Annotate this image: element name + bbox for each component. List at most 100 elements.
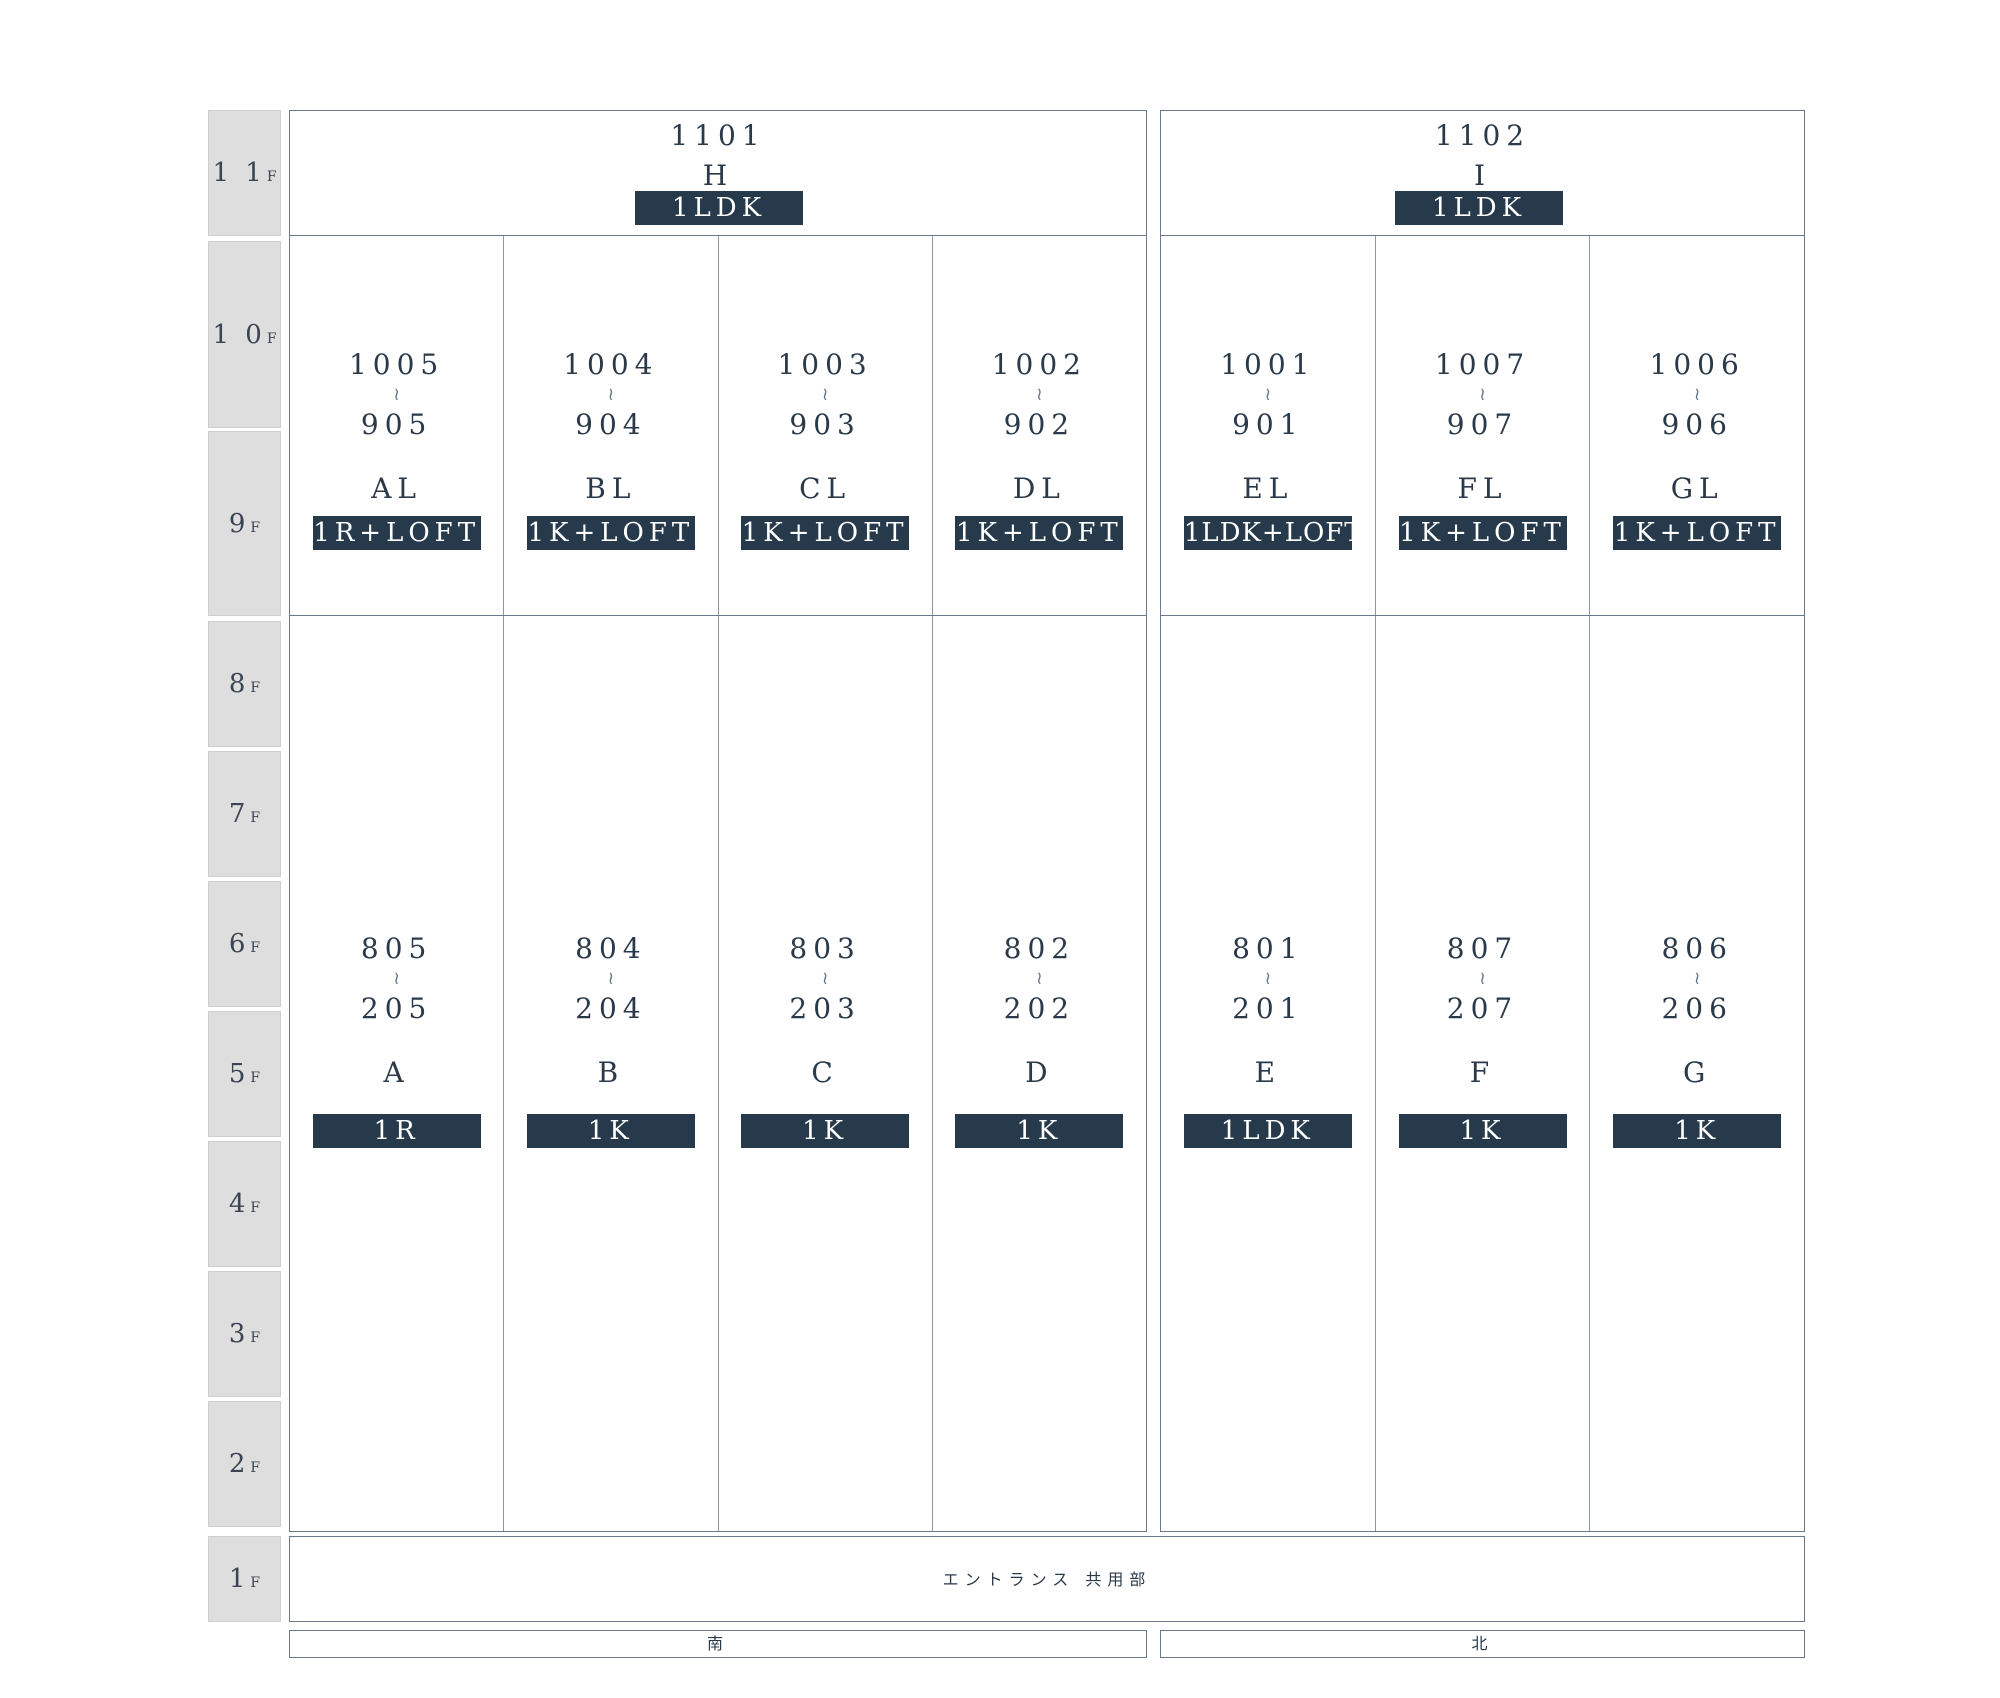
unit-column: 1002 ≀ 902 DL 1K+LOFT [933, 236, 1146, 615]
unit-number-lower: 904 [575, 408, 647, 441]
unit-column: 802 ≀ 202 D 1K [933, 616, 1146, 1531]
unit-number-lower: 905 [360, 408, 433, 441]
unit-type: GL [1670, 472, 1724, 505]
unit-number-upper: 1005 [348, 348, 445, 381]
floor-label: 1F [208, 1536, 281, 1622]
floor-label: 1 0F [208, 241, 281, 428]
unit-number-lower: 906 [1661, 408, 1733, 441]
unit-number-upper: 1002 [991, 348, 1087, 381]
unit-column: 1001 ≀ 901 EL 1LDK+LOFT [1161, 236, 1376, 615]
unit-type: BL [585, 472, 637, 505]
range-tilde: ≀ [393, 968, 400, 989]
unit-number-lower: 205 [360, 992, 433, 1025]
range-tilde: ≀ [1693, 968, 1701, 989]
unit-number-lower: 204 [575, 992, 647, 1025]
unit-type: B [597, 1056, 625, 1089]
unit-type: I [1473, 159, 1492, 192]
unit-number-upper: 805 [360, 932, 433, 965]
floor-label: 5F [208, 1011, 281, 1137]
floor-suffix: F [250, 1070, 261, 1086]
floor-number: 1 [228, 1564, 250, 1594]
unit-type: H [702, 159, 734, 192]
layout-badge: 1R [312, 1114, 481, 1148]
unit-number-upper: 803 [789, 932, 861, 965]
unit-number-lower: 202 [1003, 992, 1076, 1025]
unit-type: G [1682, 1056, 1712, 1089]
unit-column: 807 ≀ 207 F 1K [1376, 616, 1591, 1531]
floor-suffix: F [250, 940, 261, 956]
unit-number-upper: 801 [1232, 932, 1304, 965]
floor-suffix: F [250, 1330, 261, 1346]
floor-label: 2F [208, 1401, 281, 1527]
floor-label: 3F [208, 1271, 281, 1397]
unit-number-lower: 907 [1446, 408, 1519, 441]
range-tilde: ≀ [1693, 384, 1701, 405]
unit-type: AL [371, 472, 423, 505]
unit-type: DL [1012, 472, 1066, 505]
floor-number: 1 0 [212, 319, 266, 350]
layout-badge: 1K+LOFT [955, 516, 1124, 550]
layout-badge: 1K+LOFT [1613, 516, 1782, 550]
floor-number: 3 [228, 1319, 250, 1349]
unit-number-lower: 207 [1446, 992, 1519, 1025]
unit-column: 805 ≀ 205 A 1R [290, 616, 505, 1531]
unit-type: FL [1457, 472, 1508, 505]
floor-suffix: F [250, 810, 261, 826]
floor-suffix: F [250, 1200, 261, 1216]
floor-number: 2 [228, 1449, 250, 1479]
unit-1102: 1102 I 1LDK [1160, 110, 1805, 236]
unit-type: CL [799, 472, 852, 505]
floor-suffix: F [250, 1460, 261, 1476]
upper-block-south: 1005 ≀ 905 AL 1R+LOFT 1004 ≀ 904 BL 1K+LOFT 1003 ≀ 9… [289, 235, 1147, 616]
floor-suffix: F [250, 519, 261, 536]
range-tilde: ≀ [1264, 384, 1272, 405]
north-label: 北 [1160, 1630, 1805, 1658]
floor-suffix: F [250, 680, 261, 696]
south-text: 南 [706, 1634, 729, 1653]
unit-column: 806 ≀ 206 G 1K [1590, 616, 1804, 1531]
layout-badge: 1K+LOFT [1398, 516, 1567, 550]
layout-badge: 1LDK [1183, 1114, 1352, 1148]
unit-type: D [1025, 1056, 1054, 1089]
layout-badge: 1K+LOFT [526, 516, 695, 550]
range-tilde: ≀ [607, 968, 615, 989]
layout-badge: 1K [1613, 1114, 1782, 1148]
floor-number: 6 [228, 929, 250, 959]
floor-number: 8 [228, 669, 250, 699]
layout-badge: 1K [741, 1114, 910, 1148]
unit-column: 803 ≀ 203 C 1K [719, 616, 933, 1531]
range-tilde: ≀ [1479, 968, 1486, 989]
layout-badge: 1K [526, 1114, 695, 1148]
floor-number: 9 [228, 508, 250, 539]
range-tilde: ≀ [1479, 384, 1486, 405]
unit-number-lower: 902 [1003, 408, 1076, 441]
unit-number-lower: 203 [789, 992, 861, 1025]
unit-number-upper: 802 [1003, 932, 1076, 965]
range-tilde: ≀ [1036, 384, 1043, 405]
unit-number-upper: 1007 [1434, 348, 1531, 381]
unit-number-upper: 1001 [1220, 348, 1316, 381]
floor-suffix: F [266, 330, 277, 347]
range-tilde: ≀ [1036, 968, 1043, 989]
layout-badge: 1LDK [1395, 191, 1563, 225]
unit-number-lower: 206 [1661, 992, 1733, 1025]
unit-1101: 1101 H 1LDK [289, 110, 1147, 236]
layout-badge: 1K [1398, 1114, 1567, 1148]
unit-number-lower: 201 [1232, 992, 1304, 1025]
unit-column: 1007 ≀ 907 FL 1K+LOFT [1376, 236, 1591, 615]
floor-label: 1 1F [208, 110, 281, 236]
floor-suffix: F [266, 169, 277, 185]
unit-column: 1005 ≀ 905 AL 1R+LOFT [290, 236, 505, 615]
unit-column: 804 ≀ 204 B 1K [504, 616, 719, 1531]
upper-block-north: 1001 ≀ 901 EL 1LDK+LOFT 1007 ≀ 907 FL 1K+LOFT 1006… [1160, 235, 1805, 616]
floor-label: 8F [208, 621, 281, 747]
floor-label: 9F [208, 431, 281, 616]
unit-column: 1004 ≀ 904 BL 1K+LOFT [504, 236, 719, 615]
ground-label: エントランス 共用部 [942, 1570, 1152, 1589]
unit-number-upper: 807 [1446, 932, 1519, 965]
layout-badge: 1K [955, 1114, 1124, 1148]
unit-number: 1102 [1434, 119, 1531, 152]
unit-number-lower: 901 [1232, 408, 1304, 441]
unit-type: A [383, 1056, 410, 1089]
unit-type: C [811, 1056, 839, 1089]
